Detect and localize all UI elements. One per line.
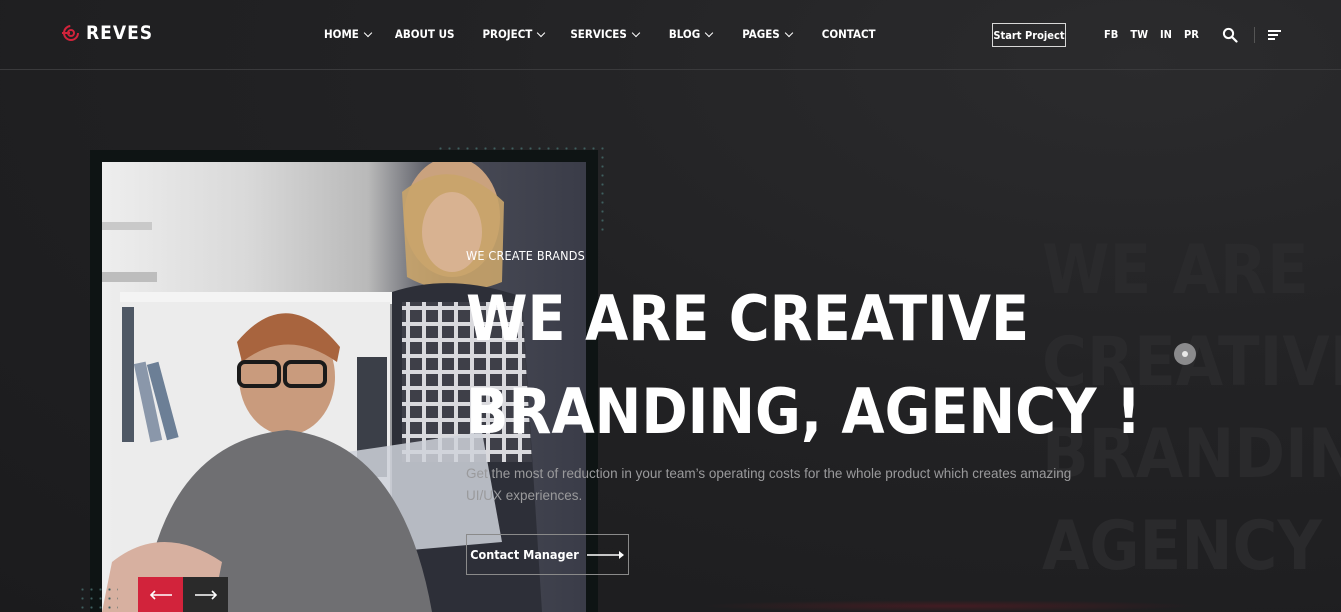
main-nav: HOME ABOUT US PROJECT SERVICES BLOG PAGE… — [324, 27, 876, 41]
nav-item-contact[interactable]: CONTACT — [822, 27, 876, 41]
nav-item-label: PROJECT — [482, 27, 533, 41]
hero-title: WE ARE CREATIVE BRANDING, AGENCY ! — [466, 272, 1142, 458]
chevron-down-icon — [631, 28, 641, 37]
nav-item-about[interactable]: ABOUT US — [395, 27, 455, 41]
hero-eyebrow: WE CREATE BRANDS — [466, 248, 585, 263]
logo[interactable]: REVES — [62, 22, 153, 44]
header-divider — [1254, 27, 1255, 43]
site-header: REVES HOME ABOUT US PROJECT SERVICES BLO… — [0, 0, 1341, 70]
nav-item-blog[interactable]: BLOG — [668, 27, 714, 41]
nav-item-label: SERVICES — [570, 27, 627, 41]
slider-next-button[interactable] — [183, 577, 228, 612]
watermark-line: WE ARE — [1042, 231, 1309, 310]
chevron-down-icon — [704, 28, 714, 37]
watermark-line: AGENCY ! — [1042, 507, 1341, 586]
contact-manager-button[interactable]: Contact Manager — [466, 534, 629, 575]
nav-item-label: ABOUT US — [394, 27, 455, 41]
social-link-tw[interactable]: TW — [1130, 28, 1148, 41]
hero-title-line: WE ARE CREATIVE — [466, 282, 1030, 355]
slide-indicator[interactable] — [1174, 343, 1196, 365]
nav-item-label: HOME — [324, 27, 359, 41]
arrow-right-icon — [586, 550, 624, 559]
arrow-right-icon — [194, 589, 217, 600]
start-project-button[interactable]: Start Project — [992, 23, 1066, 47]
menu-icon[interactable] — [1268, 30, 1281, 40]
chevron-down-icon — [363, 28, 373, 37]
nav-item-pages[interactable]: PAGES — [742, 27, 793, 41]
nav-item-services[interactable]: SERVICES — [570, 27, 641, 41]
social-link-fb[interactable]: FB — [1104, 28, 1118, 41]
hero-title-line: BRANDING, AGENCY ! — [466, 375, 1142, 448]
bottom-glow — [700, 600, 1200, 612]
hero-description: Get the most of reduction in your team’s… — [466, 466, 1072, 503]
nav-item-project[interactable]: PROJECT — [482, 27, 546, 41]
social-links: FB TW IN PR — [1104, 28, 1199, 41]
chevron-down-icon — [784, 28, 793, 37]
nav-item-label: PAGES — [742, 27, 780, 41]
nav-item-label: BLOG — [668, 27, 701, 41]
nav-item-label: CONTACT — [821, 27, 876, 41]
arrow-left-icon — [149, 589, 172, 600]
logo-text: REVES — [86, 22, 154, 44]
logo-icon — [62, 25, 79, 41]
page: REVES HOME ABOUT US PROJECT SERVICES BLO… — [0, 0, 1341, 612]
cta-label: Contact Manager — [470, 547, 579, 562]
chevron-down-icon — [537, 28, 546, 37]
dot-pattern — [78, 585, 118, 612]
social-link-pr[interactable]: PR — [1184, 28, 1199, 41]
social-link-in[interactable]: IN — [1160, 28, 1172, 41]
nav-item-home[interactable]: HOME — [324, 27, 373, 41]
search-icon[interactable] — [1222, 27, 1238, 43]
slider-prev-button[interactable] — [138, 577, 183, 612]
